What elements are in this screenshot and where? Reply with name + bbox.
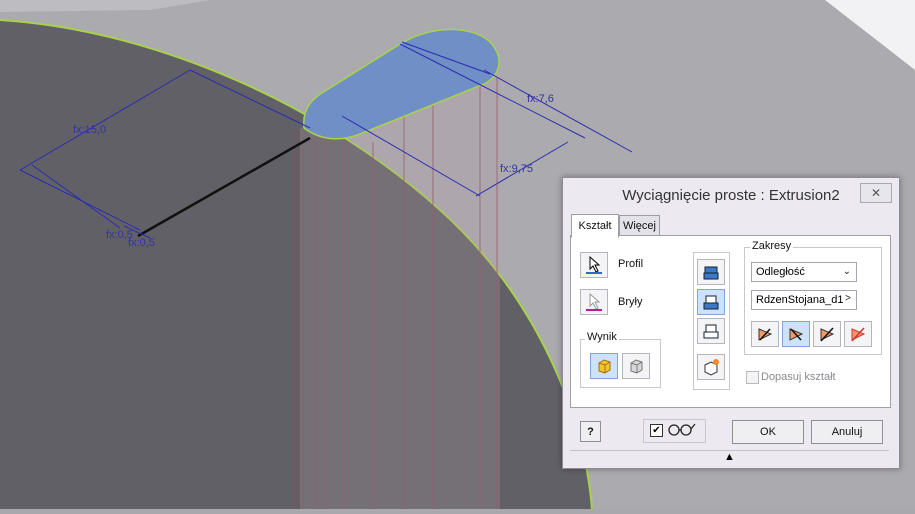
asymmetric-icon	[851, 327, 866, 342]
extent-type-value: Odległość	[756, 266, 805, 278]
expand-arrow-icon[interactable]: ▲	[724, 451, 735, 463]
new-solid-button[interactable]	[697, 354, 725, 380]
close-button[interactable]: ✕	[860, 183, 892, 203]
dimension-label-2[interactable]: fx:9,75	[500, 163, 533, 175]
direction-1-button[interactable]	[751, 321, 779, 347]
distance-value: RdzenStojana_d1	[756, 294, 844, 306]
expand-strip[interactable]: ▲	[570, 450, 889, 463]
symmetric-icon	[820, 327, 835, 342]
extrude-dialog: Wyciągnięcie proste : Extrusion2 ✕ Kszta…	[562, 177, 900, 469]
shape-panel: Profil Bryły Wynik Zakresy Odległość ⌄ R…	[570, 235, 891, 408]
cut-icon	[703, 295, 719, 310]
dimension-label-3[interactable]: fx:15,0	[73, 124, 106, 136]
extents-group-title: Zakresy	[750, 240, 794, 252]
asymmetric-button[interactable]	[844, 321, 872, 347]
cancel-button[interactable]: Anuluj	[811, 420, 883, 444]
direction-2-button[interactable]	[782, 321, 810, 347]
surface-output-button[interactable]	[622, 353, 650, 379]
solids-cursor-icon	[586, 292, 602, 311]
new-solid-icon	[704, 359, 719, 376]
chevron-down-icon: ⌄	[842, 266, 851, 277]
solids-select-button[interactable]	[580, 289, 608, 315]
preview-checkbox[interactable]: ✔	[650, 424, 663, 437]
direction-1-icon	[758, 328, 773, 341]
dialog-title: Wyciągnięcie proste : Extrusion2	[622, 186, 840, 204]
dimension-label-5[interactable]: fx:0,5	[128, 237, 155, 249]
solids-label: Bryły	[618, 296, 643, 308]
ok-button[interactable]: OK	[732, 420, 804, 444]
match-shape-checkbox[interactable]	[746, 371, 759, 384]
join-icon	[703, 266, 719, 280]
match-shape-label: Dopasuj kształt	[761, 371, 836, 383]
cut-button[interactable]	[697, 289, 725, 315]
solid-output-button[interactable]	[590, 353, 618, 379]
intersect-button[interactable]	[697, 318, 725, 344]
tab-more[interactable]: Więcej	[619, 215, 660, 237]
tab-shape[interactable]: Kształt	[571, 214, 619, 238]
distance-input[interactable]: RdzenStojana_d1 >	[751, 290, 857, 310]
profile-cursor-icon	[586, 255, 602, 274]
intersect-icon	[703, 324, 719, 339]
symmetric-button[interactable]	[813, 321, 841, 347]
profile-label: Profil	[618, 258, 644, 270]
help-button[interactable]: ?	[580, 421, 601, 442]
output-group-title: Wynik	[585, 331, 619, 343]
profile-select-button[interactable]	[580, 252, 608, 278]
dimension-label-1[interactable]: fx:7,6	[527, 93, 554, 105]
glasses-icon[interactable]	[666, 421, 696, 442]
join-button[interactable]	[697, 259, 725, 285]
extrusion-body	[300, 75, 500, 509]
extent-type-select[interactable]: Odległość ⌄	[751, 262, 857, 282]
surface-cube-icon	[630, 359, 643, 374]
direction-2-icon	[789, 328, 804, 341]
solid-cube-icon	[598, 359, 611, 374]
distance-more-button[interactable]: >	[845, 293, 851, 304]
